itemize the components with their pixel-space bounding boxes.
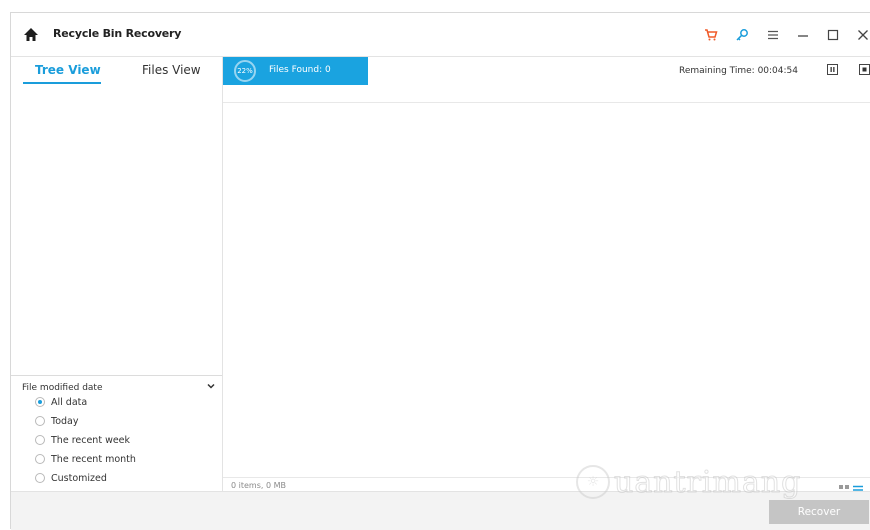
stop-button[interactable] [859, 64, 870, 75]
filter-option-customized[interactable]: Customized [35, 471, 107, 485]
window-frame-top [0, 0, 870, 12]
radio-button[interactable] [35, 473, 45, 483]
tab-tree-view[interactable]: Tree View [35, 63, 101, 77]
watermark-logo: ☼ uantrimang [576, 460, 801, 504]
radio-button[interactable] [35, 454, 45, 464]
grid-view-icon[interactable] [839, 480, 849, 495]
title-bar: Recycle Bin Recovery [11, 13, 870, 57]
progress-circle: 22% [234, 60, 256, 82]
radio-label: All data [51, 396, 88, 408]
file-list-header [223, 85, 870, 103]
items-summary: 0 items, 0 MB [231, 481, 286, 490]
date-filter-panel: File modified date All data Today The re… [11, 375, 222, 492]
radio-label: Customized [51, 472, 107, 484]
filter-option-recent-month[interactable]: The recent month [35, 452, 136, 466]
close-icon[interactable] [853, 25, 870, 45]
radio-label: The recent month [51, 453, 136, 465]
app-window: Recycle Bin Recovery Tree View Files Vie… [10, 12, 870, 530]
cart-icon[interactable] [701, 25, 721, 45]
filter-title: File modified date [22, 383, 103, 393]
pause-icon [830, 67, 835, 72]
remaining-time: Remaining Time: 00:04:54 [679, 66, 798, 76]
radio-button[interactable] [35, 435, 45, 445]
watermark-text: uantrimang [613, 464, 802, 500]
minimize-icon[interactable] [793, 25, 813, 45]
radio-button[interactable] [35, 416, 45, 426]
active-tab-indicator [23, 82, 101, 84]
radio-label: The recent week [51, 434, 131, 446]
chevron-down-icon[interactable] [207, 382, 215, 393]
left-panel: Tree View Files View File modified date … [11, 57, 223, 491]
key-icon[interactable] [732, 25, 752, 45]
radio-button[interactable] [35, 397, 45, 407]
list-view-icon[interactable] [853, 480, 863, 495]
maximize-icon[interactable] [823, 25, 843, 45]
menu-icon[interactable] [763, 25, 783, 45]
home-icon[interactable] [23, 27, 39, 43]
app-title: Recycle Bin Recovery [53, 27, 182, 40]
radio-label: Today [51, 415, 79, 427]
results-area: 22% Files Found: 0 Remaining Time: 00:04… [223, 57, 870, 495]
tab-files-view[interactable]: Files View [142, 63, 201, 77]
sun-icon: ☼ [576, 465, 610, 499]
stop-icon [862, 67, 867, 72]
filter-option-recent-week[interactable]: The recent week [35, 433, 130, 447]
files-found-count: Files Found: 0 [269, 65, 331, 75]
pause-button[interactable] [827, 64, 838, 75]
scan-progress: 22% Files Found: 0 [223, 57, 368, 85]
filter-option-all-data[interactable]: All data [35, 395, 87, 409]
filter-option-today[interactable]: Today [35, 414, 78, 428]
